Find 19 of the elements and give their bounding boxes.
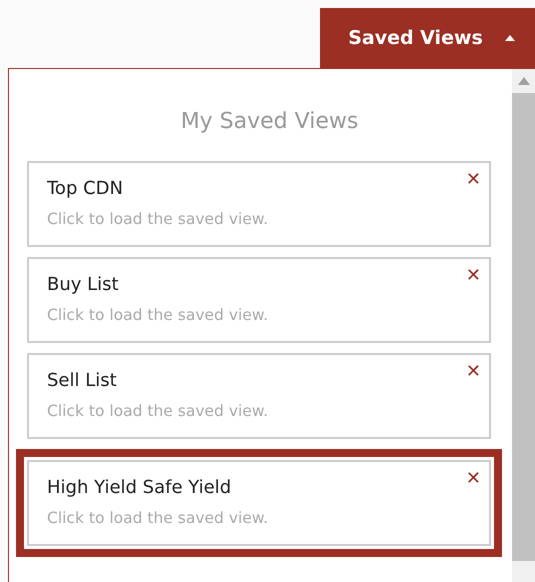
view-hint: Click to load the saved view. — [47, 305, 270, 326]
saved-view-item[interactable]: Buy List Click to load the saved view. ✕ — [27, 257, 491, 344]
saved-view-item[interactable]: High Yield Safe Yield Click to load the saved view. ✕ — [27, 460, 491, 546]
saved-views-button[interactable]: Saved Views — [320, 8, 535, 68]
view-name: Sell List — [47, 369, 118, 394]
view-hint: Click to load the saved view. — [47, 401, 270, 422]
delete-button[interactable]: ✕ — [466, 361, 481, 383]
delete-button[interactable]: ✕ — [466, 169, 481, 191]
view-name: High Yield Safe Yield — [47, 476, 232, 500]
saved-view-item[interactable]: Top CDN Click to load the saved view. ✕ — [27, 161, 491, 248]
view-hint: Click to load the saved view. — [47, 508, 270, 530]
view-hint: Click to load the saved view. — [47, 209, 270, 230]
panel-title: My Saved Views — [180, 109, 360, 136]
saved-view-item[interactable]: Sell List Click to load the saved view. ✕ — [27, 353, 491, 440]
scroll-up-icon[interactable] — [518, 77, 530, 85]
view-name: Top CDN — [47, 177, 124, 202]
delete-button[interactable]: ✕ — [466, 265, 481, 287]
delete-button[interactable]: ✕ — [466, 468, 481, 490]
view-name: Buy List — [47, 273, 120, 298]
